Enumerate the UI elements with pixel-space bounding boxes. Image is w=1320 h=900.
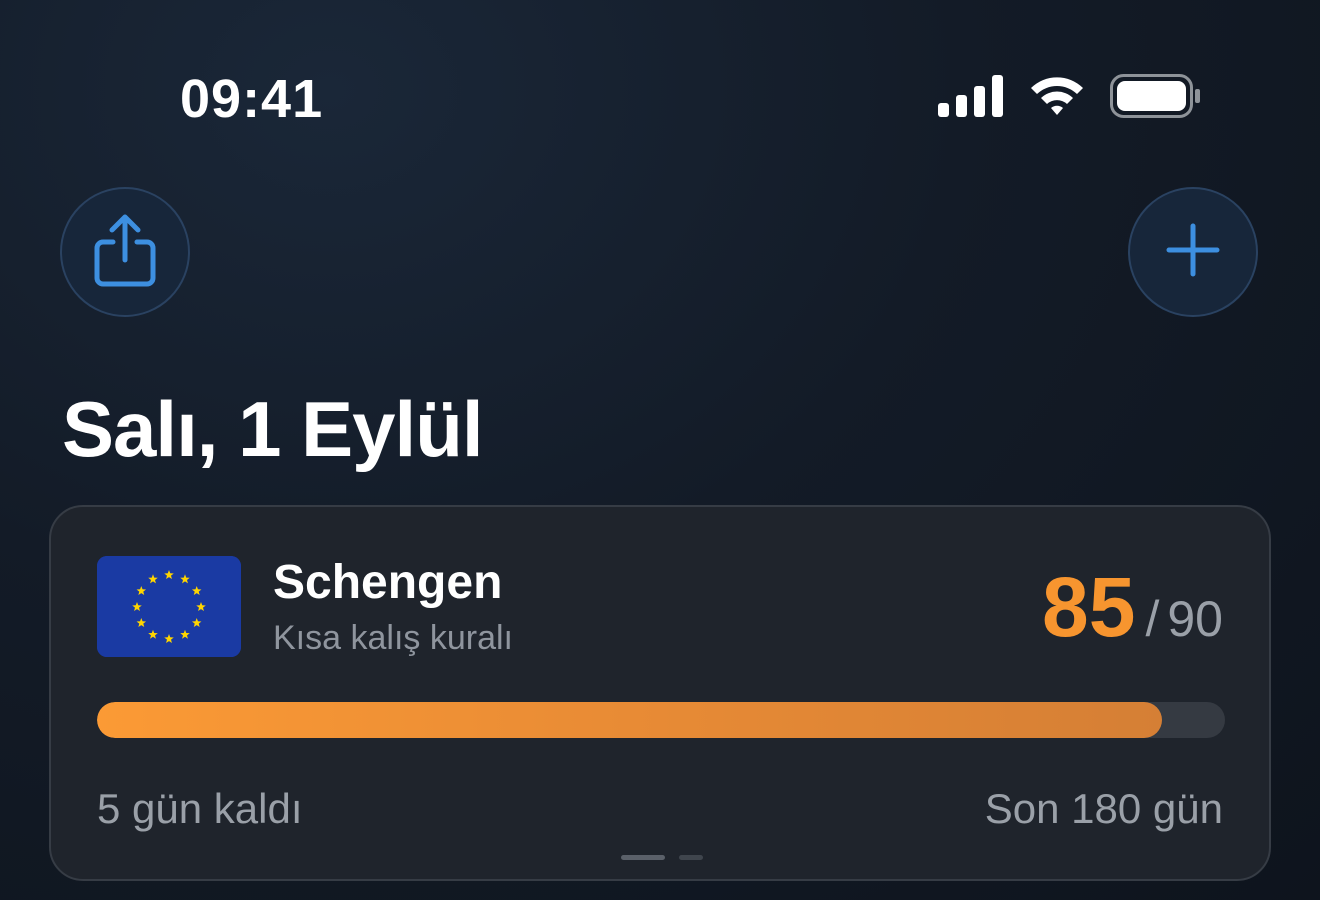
share-icon: [93, 212, 157, 293]
days-limit: 90: [1167, 591, 1223, 647]
status-time: 09:41: [180, 69, 324, 129]
add-button[interactable]: [1128, 187, 1258, 317]
progress-fill: [97, 702, 1162, 738]
page-title: Salı, 1 Eylül: [62, 385, 484, 473]
rolling-window: Son 180 gün: [984, 785, 1223, 832]
page-indicator[interactable]: [621, 855, 703, 860]
count-separator: /: [1145, 591, 1160, 647]
zone-name: Schengen: [273, 556, 503, 609]
days-used: 85: [1042, 560, 1136, 654]
zone-rule: Kısa kalış kuralı: [273, 619, 513, 657]
page-dot[interactable]: [621, 855, 665, 860]
status-icons: [938, 74, 1202, 118]
share-button[interactable]: [60, 187, 190, 317]
plus-icon: [1165, 222, 1221, 283]
battery-icon: [1110, 74, 1202, 118]
cellular-signal-icon: [938, 75, 1004, 117]
remaining-days: 5 gün kaldı: [97, 785, 303, 832]
day-counter: 85 / 90: [1042, 565, 1223, 649]
schengen-card[interactable]: Schengen Kısa kalış kuralı 85 / 90 5 gün…: [49, 505, 1271, 881]
page-dot[interactable]: [679, 855, 703, 860]
progress-bar: [97, 702, 1225, 738]
status-bar: 09:41: [0, 0, 1320, 150]
eu-flag-icon: [97, 556, 241, 657]
wifi-icon: [1028, 75, 1086, 117]
